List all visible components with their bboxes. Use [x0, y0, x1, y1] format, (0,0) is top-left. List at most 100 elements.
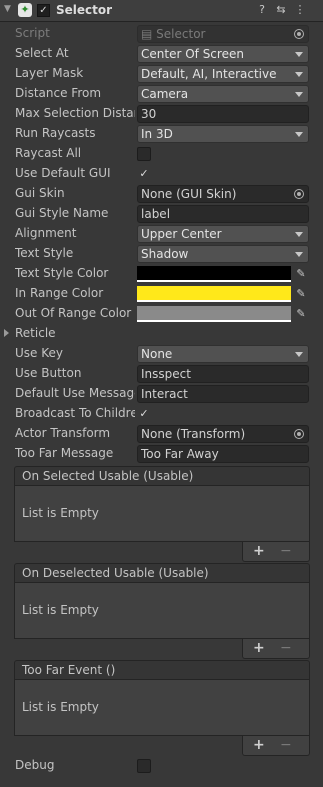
debug-label: Debug	[15, 758, 55, 772]
select-at-label: Select At	[15, 46, 69, 60]
in-range-color-swatch[interactable]	[137, 286, 291, 302]
actor-transform-label: Actor Transform	[15, 426, 111, 440]
row-broadcast-to-children: Broadcast To Childre ✓	[0, 404, 323, 424]
row-raycast-all: Raycast All	[0, 144, 323, 164]
add-listener-button[interactable]: +	[253, 543, 265, 559]
eyedropper-icon[interactable]: ✎	[293, 306, 309, 322]
row-use-key: Use Key None	[0, 344, 323, 364]
list-empty-text: List is Empty	[22, 506, 99, 520]
reticle-label[interactable]: Reticle	[15, 326, 135, 340]
row-script: Script ▤ Selector	[0, 24, 323, 44]
max-selection-distance-label: Max Selection Distan	[15, 106, 135, 120]
alignment-label: Alignment	[15, 226, 77, 240]
foldout-arrow-icon[interactable]: ▼	[4, 4, 11, 14]
script-component-icon: ✦	[18, 3, 32, 17]
gui-skin-value: None (GUI Skin)	[141, 187, 237, 201]
use-key-label: Use Key	[15, 346, 63, 360]
run-raycasts-value: In 3D	[141, 127, 173, 141]
out-of-range-color-swatch[interactable]	[137, 306, 291, 322]
row-reticle-foldout[interactable]: Reticle	[0, 324, 323, 344]
object-picker-icon[interactable]	[294, 189, 304, 199]
script-value: Selector	[156, 27, 206, 41]
row-layer-mask: Layer Mask Default, AI, Interactive	[0, 64, 323, 84]
actor-transform-value: None (Transform)	[141, 427, 246, 441]
eyedropper-icon[interactable]: ✎	[293, 286, 309, 302]
raycast-all-label: Raycast All	[15, 146, 82, 160]
chevron-down-icon	[295, 72, 303, 77]
alignment-value: Upper Center	[141, 227, 222, 241]
object-picker-icon[interactable]	[294, 429, 304, 439]
text-style-label: Text Style	[15, 246, 74, 260]
remove-listener-button[interactable]: −	[280, 640, 292, 656]
actor-transform-object-field[interactable]: None (Transform)	[137, 425, 309, 443]
debug-checkbox[interactable]	[137, 759, 151, 773]
select-at-dropdown[interactable]: Center Of Screen	[137, 45, 309, 63]
script-field: ▤ Selector	[137, 25, 309, 43]
broadcast-to-children-checkbox[interactable]: ✓	[137, 407, 151, 421]
too-far-message-label: Too Far Message	[15, 446, 114, 460]
row-out-of-range-color: Out Of Range Color ✎	[0, 304, 323, 324]
out-of-range-color-label: Out Of Range Color	[15, 306, 132, 320]
select-at-value: Center Of Screen	[141, 47, 244, 61]
chevron-right-icon[interactable]	[4, 329, 9, 337]
row-gui-skin: Gui Skin None (GUI Skin)	[0, 184, 323, 204]
use-button-label: Use Button	[15, 366, 82, 380]
raycast-all-checkbox[interactable]	[137, 147, 151, 161]
distance-from-value: Camera	[141, 87, 189, 101]
text-style-dropdown[interactable]: Shadow	[137, 245, 309, 263]
alpha-bar	[137, 320, 291, 322]
distance-from-dropdown[interactable]: Camera	[137, 85, 309, 103]
help-icon[interactable]: ?	[255, 3, 269, 17]
chevron-down-icon	[295, 132, 303, 137]
event-footer: + −	[242, 639, 310, 659]
list-empty-text: List is Empty	[22, 603, 99, 617]
row-use-default-gui: Use Default GUI ✓	[0, 164, 323, 184]
use-default-gui-checkbox[interactable]: ✓	[137, 167, 151, 181]
event-header: On Deselected Usable (Usable)	[14, 563, 310, 583]
row-text-style-color: Text Style Color ✎	[0, 264, 323, 284]
gui-skin-object-field[interactable]: None (GUI Skin)	[137, 185, 309, 203]
row-text-style: Text Style Shadow	[0, 244, 323, 264]
run-raycasts-dropdown[interactable]: In 3D	[137, 125, 309, 143]
chevron-down-icon	[295, 352, 303, 357]
use-key-value: None	[141, 347, 173, 361]
row-max-selection-distance: Max Selection Distan 30	[0, 104, 323, 124]
default-use-message-label: Default Use Message	[15, 386, 135, 400]
use-default-gui-label: Use Default GUI	[15, 166, 111, 180]
in-range-color-label: In Range Color	[15, 286, 104, 300]
layer-mask-dropdown[interactable]: Default, AI, Interactive	[137, 65, 309, 83]
run-raycasts-label: Run Raycasts	[15, 126, 96, 140]
use-key-dropdown[interactable]: None	[137, 345, 309, 363]
add-listener-button[interactable]: +	[253, 640, 265, 656]
list-empty-text: List is Empty	[22, 700, 99, 714]
max-selection-distance-input[interactable]: 30	[137, 105, 309, 123]
unity-event-too-far: Too Far Event () List is Empty + −	[14, 660, 310, 756]
gui-style-name-input[interactable]: label	[137, 205, 309, 223]
text-style-color-swatch[interactable]	[137, 266, 291, 282]
remove-listener-button[interactable]: −	[280, 543, 292, 559]
row-actor-transform: Actor Transform None (Transform)	[0, 424, 323, 444]
component-header: ▼ ✦ ✓ Selector ? ⇆ ⋮	[0, 0, 323, 22]
script-label: Script	[15, 26, 50, 40]
remove-listener-button[interactable]: −	[280, 737, 292, 753]
too-far-message-input[interactable]: Too Far Away	[137, 445, 309, 463]
unity-event-on-selected-usable: On Selected Usable (Usable) List is Empt…	[14, 466, 310, 562]
event-footer: + −	[242, 736, 310, 756]
event-list-body: List is Empty	[14, 583, 310, 639]
add-listener-button[interactable]: +	[253, 737, 265, 753]
gui-skin-label: Gui Skin	[15, 186, 65, 200]
kebab-menu-icon[interactable]: ⋮	[293, 3, 307, 17]
component-enabled-checkbox[interactable]: ✓	[37, 4, 50, 17]
row-select-at: Select At Center Of Screen	[0, 44, 323, 64]
row-too-far-message: Too Far Message Too Far Away	[0, 444, 323, 464]
event-list-body: List is Empty	[14, 680, 310, 736]
unity-event-on-deselected-usable: On Deselected Usable (Usable) List is Em…	[14, 563, 310, 659]
use-button-input[interactable]: Insspect	[137, 365, 309, 383]
eyedropper-icon[interactable]: ✎	[293, 266, 309, 282]
default-use-message-input[interactable]: Interact	[137, 385, 309, 403]
row-distance-from: Distance From Camera	[0, 84, 323, 104]
text-style-value: Shadow	[141, 247, 189, 261]
presets-icon[interactable]: ⇆	[274, 3, 288, 17]
alignment-dropdown[interactable]: Upper Center	[137, 225, 309, 243]
event-list-body: List is Empty	[14, 486, 310, 542]
